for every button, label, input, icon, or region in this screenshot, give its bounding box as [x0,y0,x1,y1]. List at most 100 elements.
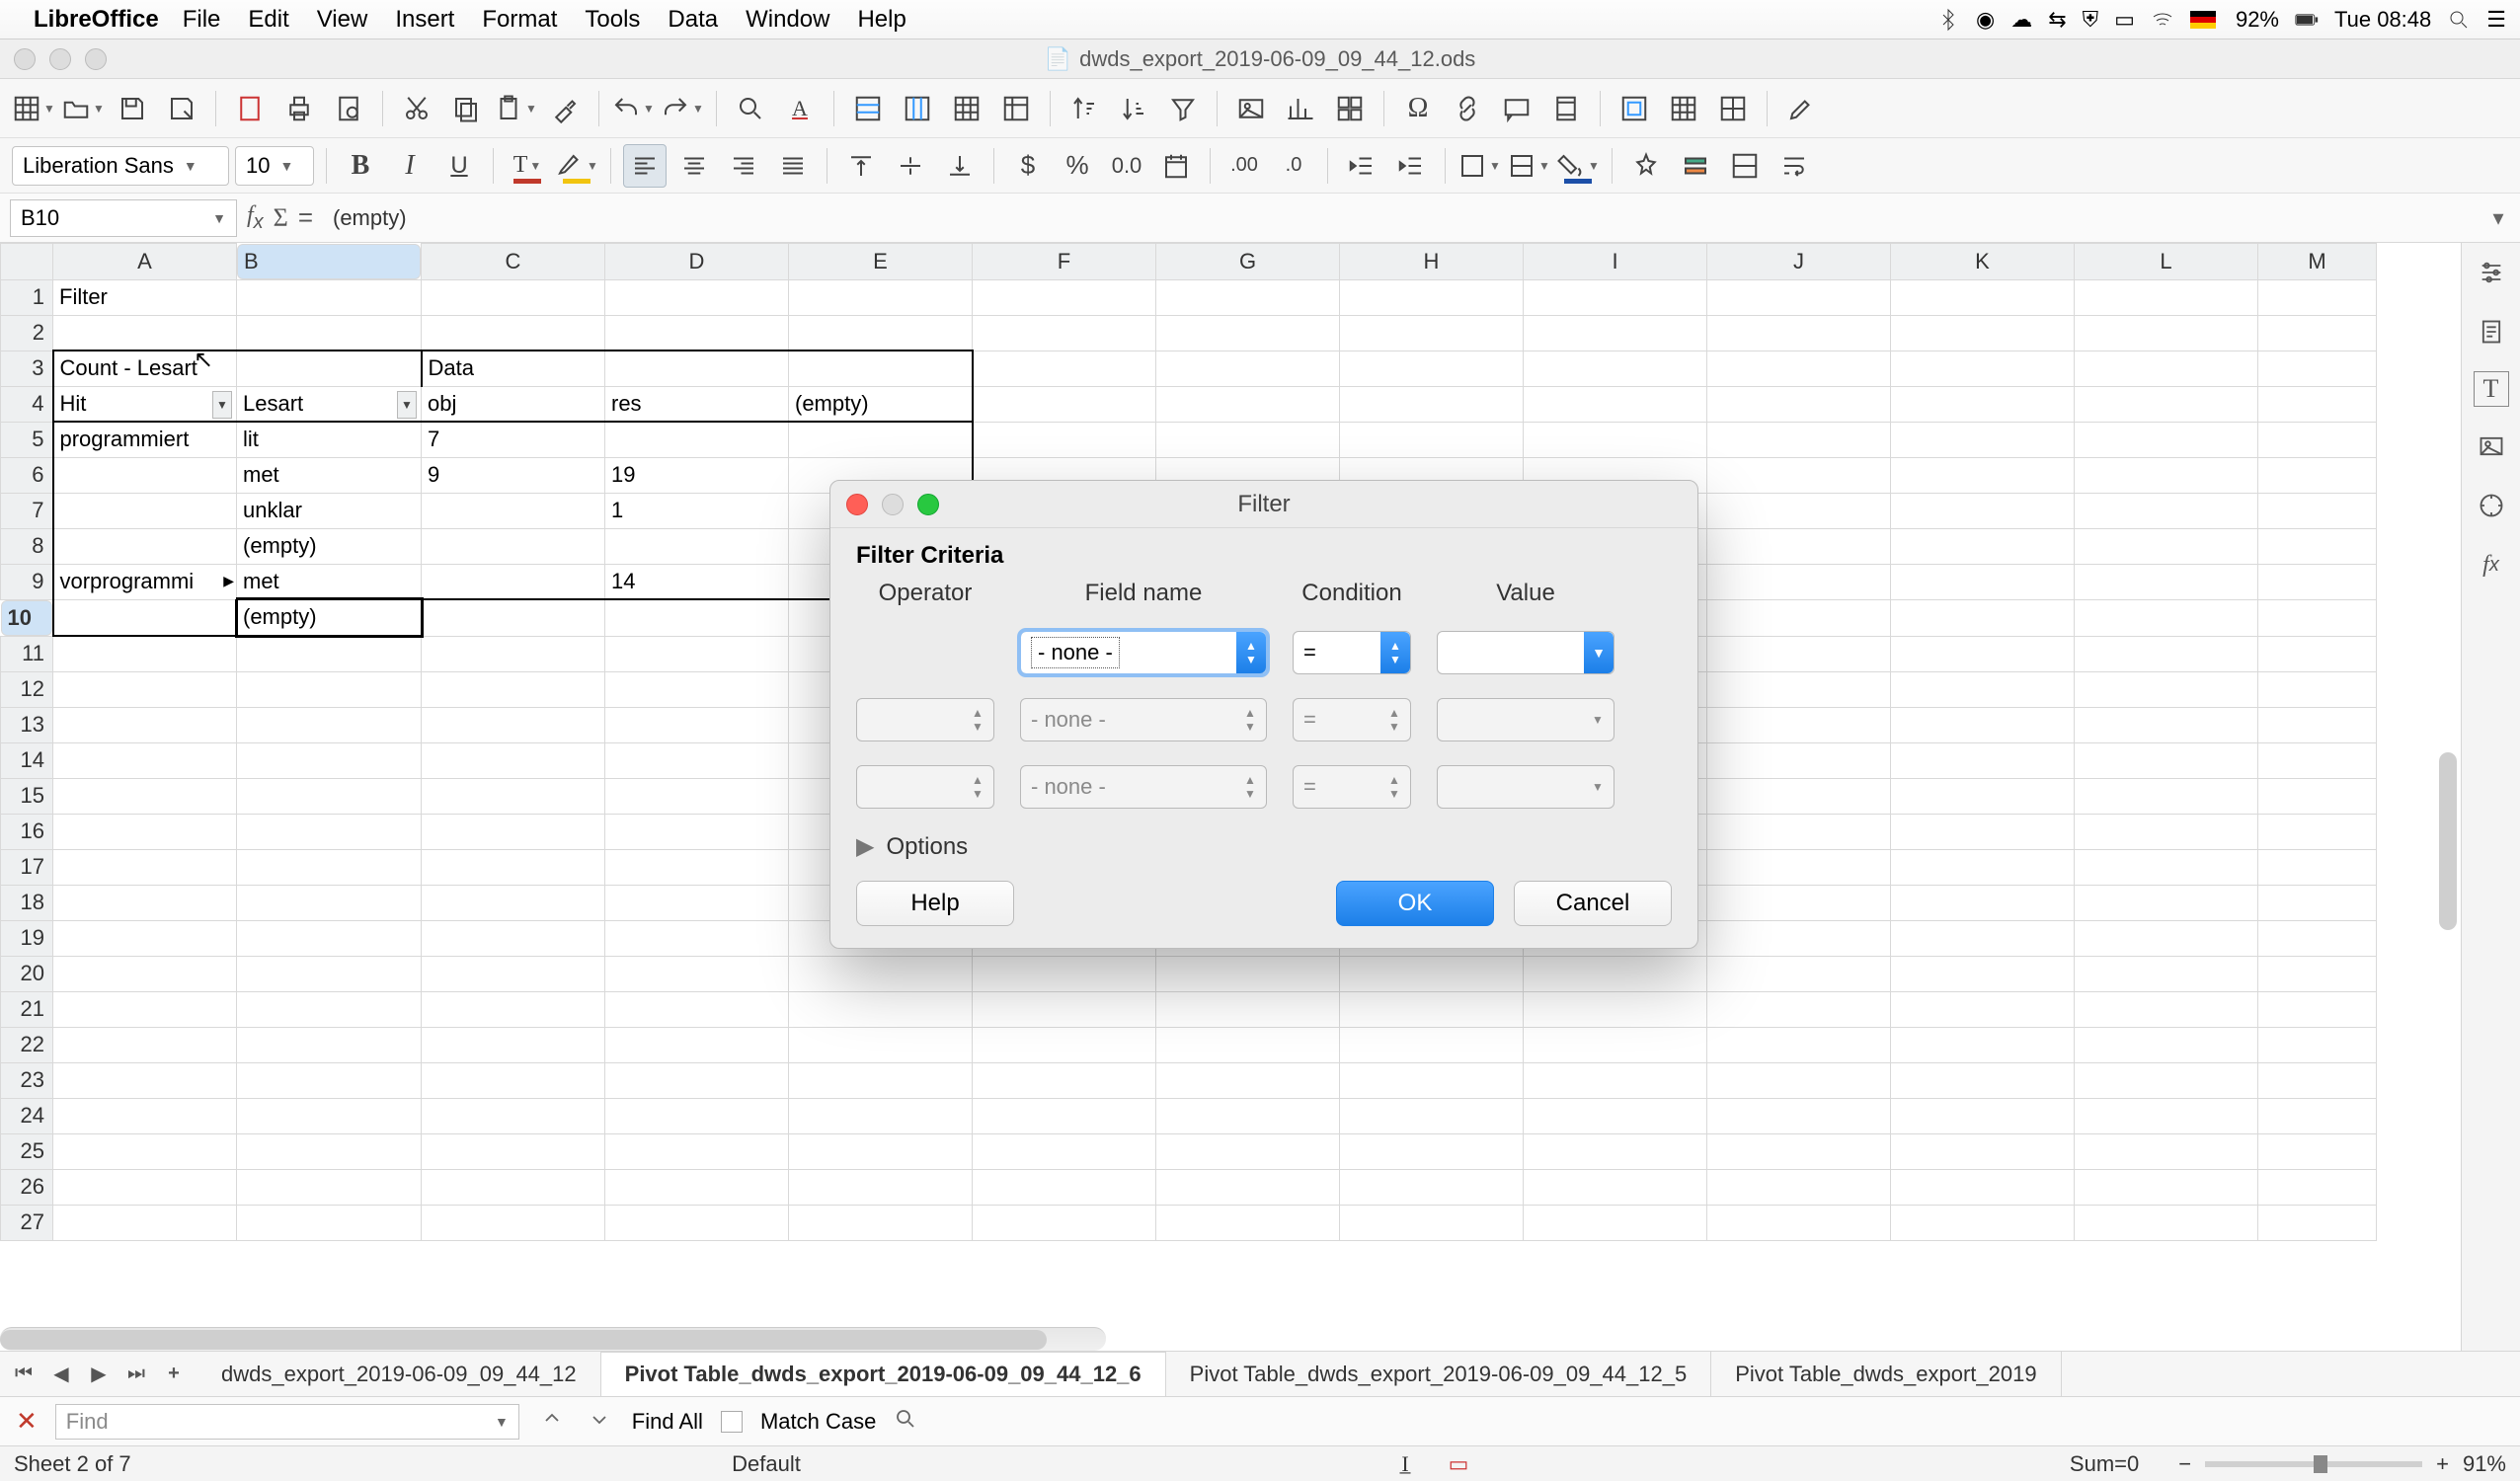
cell-F5[interactable] [973,422,1156,457]
cell-B11[interactable] [237,636,422,671]
cell-A11[interactable] [53,636,237,671]
row-header-9[interactable]: 9 [1,564,53,599]
cell-A9[interactable]: vorprogrammi▶ [53,564,237,599]
column-header-B[interactable]: B [237,244,421,279]
undo-button[interactable]: ▼ [611,87,655,130]
cell-F27[interactable] [973,1205,1156,1240]
cell-L21[interactable] [2075,991,2258,1027]
cell-M11[interactable] [2258,636,2377,671]
cell-M21[interactable] [2258,991,2377,1027]
match-case-checkbox[interactable] [721,1411,743,1433]
cell-C4[interactable]: obj [422,386,605,422]
cell-E21[interactable] [789,991,973,1027]
cell-C15[interactable] [422,778,605,814]
comment-button[interactable] [1495,87,1538,130]
cell-E25[interactable] [789,1133,973,1169]
cell-K17[interactable] [1891,849,2075,885]
column-header-E[interactable]: E [789,244,973,280]
cell-C2[interactable] [422,315,605,351]
column-header-K[interactable]: K [1891,244,2075,280]
cell-C25[interactable] [422,1133,605,1169]
row-header-16[interactable]: 16 [1,814,53,849]
cell-M12[interactable] [2258,671,2377,707]
cell-C9[interactable] [422,564,605,599]
cell-G2[interactable] [1156,315,1340,351]
cell-L25[interactable] [2075,1133,2258,1169]
cell-K23[interactable] [1891,1062,2075,1098]
column-header-G[interactable]: G [1156,244,1340,280]
sort-desc-button[interactable] [1112,87,1155,130]
menu-window[interactable]: Window [746,6,829,34]
cell-L16[interactable] [2075,814,2258,849]
menu-view[interactable]: View [317,6,368,34]
cell-E24[interactable] [789,1098,973,1133]
cell-F24[interactable] [973,1098,1156,1133]
row-header-15[interactable]: 15 [1,778,53,814]
cell-L7[interactable] [2075,493,2258,528]
tab-add-button[interactable]: + [160,1363,188,1385]
cell-A14[interactable] [53,742,237,778]
cell-M5[interactable] [2258,422,2377,457]
status-record-icon[interactable]: ◉ [1976,7,1995,33]
autofilter-button[interactable] [1161,87,1205,130]
window-zoom-button[interactable] [85,48,107,70]
column-header-A[interactable]: A [53,244,237,280]
cell-C16[interactable] [422,814,605,849]
cell-J7[interactable] [1707,493,1891,528]
cell-C7[interactable] [422,493,605,528]
row-header-19[interactable]: 19 [1,920,53,956]
condition-select-2[interactable]: =▲▼ [1293,765,1411,809]
cell-L4[interactable] [2075,386,2258,422]
menu-tools[interactable]: Tools [585,6,640,34]
column-header-H[interactable]: H [1340,244,1524,280]
cell-H4[interactable] [1340,386,1524,422]
cell-B6[interactable]: met [237,457,422,493]
cell-B18[interactable] [237,885,422,920]
copy-button[interactable] [444,87,488,130]
open-button[interactable]: ▼ [61,87,105,130]
cell-D26[interactable] [605,1169,789,1205]
cell-A16[interactable] [53,814,237,849]
align-justify-button[interactable] [771,144,815,188]
cell-B27[interactable] [237,1205,422,1240]
cell-M24[interactable] [2258,1098,2377,1133]
cell-K6[interactable] [1891,457,2075,493]
status-bluetooth-icon[interactable] [1936,8,1960,32]
cell-C13[interactable] [422,707,605,742]
tab-next-button[interactable]: ▶ [85,1362,113,1386]
cell-I22[interactable] [1524,1027,1707,1062]
dialog-titlebar[interactable]: Filter [830,481,1697,528]
cell-G5[interactable] [1156,422,1340,457]
cell-L15[interactable] [2075,778,2258,814]
status-selection-mode-icon[interactable]: ▭ [1449,1451,1469,1477]
cell-H26[interactable] [1340,1169,1524,1205]
cell-B8[interactable]: (empty) [237,528,422,564]
cell-C24[interactable] [422,1098,605,1133]
cell-K2[interactable] [1891,315,2075,351]
save-button[interactable] [111,87,154,130]
cell-K13[interactable] [1891,707,2075,742]
cell-D11[interactable] [605,636,789,671]
cell-G4[interactable] [1156,386,1340,422]
cell-L11[interactable] [2075,636,2258,671]
cell-C20[interactable] [422,956,605,991]
status-insert-mode-icon[interactable]: I̲ [1401,1451,1408,1477]
cell-B2[interactable] [237,315,422,351]
status-input-flag-icon[interactable] [2190,11,2220,29]
horizontal-scrollbar[interactable] [0,1327,1106,1351]
cell-M7[interactable] [2258,493,2377,528]
font-color-button[interactable]: T▼ [506,144,549,188]
row-header-4[interactable]: 4 [1,386,53,422]
cell-J26[interactable] [1707,1169,1891,1205]
cell-F22[interactable] [973,1027,1156,1062]
cut-button[interactable] [395,87,438,130]
menu-help[interactable]: Help [857,6,906,34]
freeze-button[interactable] [994,87,1038,130]
row-header-3[interactable]: 3 [1,351,53,386]
condition-select-0[interactable]: =▲▼ [1293,631,1411,674]
sidebar-gallery-icon[interactable] [2472,427,2511,466]
condition-select-1[interactable]: =▲▼ [1293,698,1411,741]
cell-A12[interactable] [53,671,237,707]
table-button[interactable] [945,87,988,130]
cell-M4[interactable] [2258,386,2377,422]
